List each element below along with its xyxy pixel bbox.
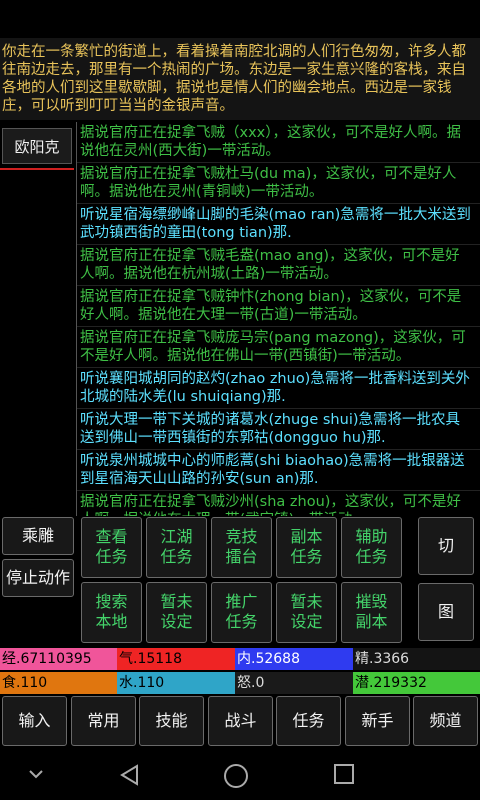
button-label: 任务 bbox=[160, 547, 193, 566]
promote-task-button[interactable]: 推广 任务 bbox=[211, 582, 272, 643]
button-label: 本地 bbox=[95, 612, 128, 631]
stat-food: 食.110 bbox=[0, 672, 117, 694]
button-label: 擂台 bbox=[225, 547, 258, 566]
combat-button[interactable]: 战斗 bbox=[208, 696, 273, 746]
button-label: 竞技 bbox=[225, 527, 258, 546]
ride-eagle-button[interactable]: 乘雕 bbox=[2, 517, 74, 555]
input-button[interactable]: 输入 bbox=[2, 696, 67, 746]
stat-qi: 气.15118 bbox=[117, 648, 235, 670]
search-local-button[interactable]: 搜索 本地 bbox=[81, 582, 142, 643]
bottom-menu: 输入 常用 技能 战斗 任务 新手 频道 bbox=[0, 696, 480, 748]
npc-health-bar bbox=[0, 168, 74, 170]
unset-button-1[interactable]: 暂未 设定 bbox=[146, 582, 207, 643]
button-label: 任务 bbox=[355, 547, 388, 566]
log-message: 听说星宿海缥缈峰山脚的毛染(mao ran)急需将一批大米送到武功镇西街的童田(… bbox=[77, 204, 480, 245]
button-label: 设定 bbox=[160, 612, 193, 631]
log-message: 据说官府正在捉拿飞贼钟忭(zhong bian)，这家伙，可不是好人啊。据说他在… bbox=[77, 286, 480, 327]
button-label: 任务 bbox=[95, 547, 128, 566]
stat-qian: 潜.219332 bbox=[353, 672, 480, 694]
home-icon[interactable] bbox=[222, 762, 250, 794]
room-description: 你走在一条繁忙的街道上，看着操着南腔北调的人们行色匆匆，许多人都往南边走去，那里… bbox=[0, 38, 480, 120]
dungeon-task-button[interactable]: 副本 任务 bbox=[276, 517, 337, 578]
button-label: 查看 bbox=[95, 527, 128, 546]
button-label: 辅助 bbox=[355, 527, 388, 546]
button-label: 任务 bbox=[225, 612, 258, 631]
common-button[interactable]: 常用 bbox=[71, 696, 136, 746]
stat-nu: 怒.0 bbox=[235, 672, 353, 694]
button-label: 搜索 bbox=[95, 592, 128, 611]
arena-button[interactable]: 竞技 擂台 bbox=[211, 517, 272, 578]
channel-button[interactable]: 频道 bbox=[413, 696, 478, 746]
view-task-button[interactable]: 查看 任务 bbox=[81, 517, 142, 578]
log-message: 听说大理一带下关城的诸葛水(zhuge shui)急需将一批农具送到佛山一带西镇… bbox=[77, 409, 480, 450]
task-button[interactable]: 任务 bbox=[276, 696, 341, 746]
stat-water: 水.110 bbox=[117, 672, 235, 694]
log-message: 据说官府正在捉拿飞贼（xxx），这家伙，可不是好人啊。据说他在灵州(西大街)一带… bbox=[77, 122, 480, 163]
stop-action-button[interactable]: 停止动作 bbox=[2, 559, 74, 597]
log-message: 听说泉州城城中心的师彪蒿(shi biaohao)急需将一批银器送到星宿海天山山… bbox=[77, 450, 480, 491]
message-log[interactable]: 据说官府正在捉拿飞贼（xxx），这家伙，可不是好人啊。据说他在灵州(西大街)一带… bbox=[76, 122, 480, 516]
log-message: 据说官府正在捉拿飞贼庞马宗(pang mazong)，这家伙，可不是好人啊。据说… bbox=[77, 327, 480, 368]
button-label: 设定 bbox=[290, 612, 323, 631]
button-label: 副本 bbox=[355, 612, 388, 631]
log-message: 据说官府正在捉拿飞贼沙州(sha zhou)，这家伙，可不是好人啊。据说他在大理… bbox=[77, 491, 480, 516]
skills-button[interactable]: 技能 bbox=[139, 696, 204, 746]
button-label: 推广 bbox=[225, 592, 258, 611]
helper-task-button[interactable]: 辅助 任务 bbox=[341, 517, 402, 578]
log-message: 据说官府正在捉拿飞贼毛盎(mao ang)，这家伙，可不是好人啊。据说他在杭州城… bbox=[77, 245, 480, 286]
stat-jing: 精.3366 bbox=[353, 648, 480, 670]
status-bar bbox=[0, 0, 480, 36]
button-label: 暂未 bbox=[290, 592, 323, 611]
jianghu-task-button[interactable]: 江湖 任务 bbox=[146, 517, 207, 578]
navigation-bar bbox=[0, 750, 480, 800]
destroy-dungeon-button[interactable]: 摧毁 副本 bbox=[341, 582, 402, 643]
button-label: 任务 bbox=[290, 547, 323, 566]
log-message: 听说襄阳城胡同的赵灼(zhao zhuo)急需将一批香料送到关外北城的陆水羌(l… bbox=[77, 368, 480, 409]
log-message: 据说官府正在捉拿飞贼杜马(du ma)，这家伙，可不是好人啊。据说他在灵州(青铜… bbox=[77, 163, 480, 204]
button-label: 副本 bbox=[290, 527, 323, 546]
npc-button[interactable]: 欧阳克 bbox=[2, 128, 72, 164]
button-label: 江湖 bbox=[160, 527, 193, 546]
stat-nei: 内.52688 bbox=[235, 648, 353, 670]
newbie-button[interactable]: 新手 bbox=[345, 696, 410, 746]
stat-exp: 经.67110395 bbox=[0, 648, 117, 670]
switch-button[interactable]: 切 bbox=[418, 517, 474, 575]
back-icon[interactable] bbox=[116, 762, 144, 792]
recents-icon[interactable] bbox=[330, 762, 358, 790]
map-button[interactable]: 图 bbox=[418, 583, 474, 641]
unset-button-2[interactable]: 暂未 设定 bbox=[276, 582, 337, 643]
button-label: 摧毁 bbox=[355, 592, 388, 611]
chevron-down-icon[interactable] bbox=[24, 762, 48, 790]
button-label: 暂未 bbox=[160, 592, 193, 611]
